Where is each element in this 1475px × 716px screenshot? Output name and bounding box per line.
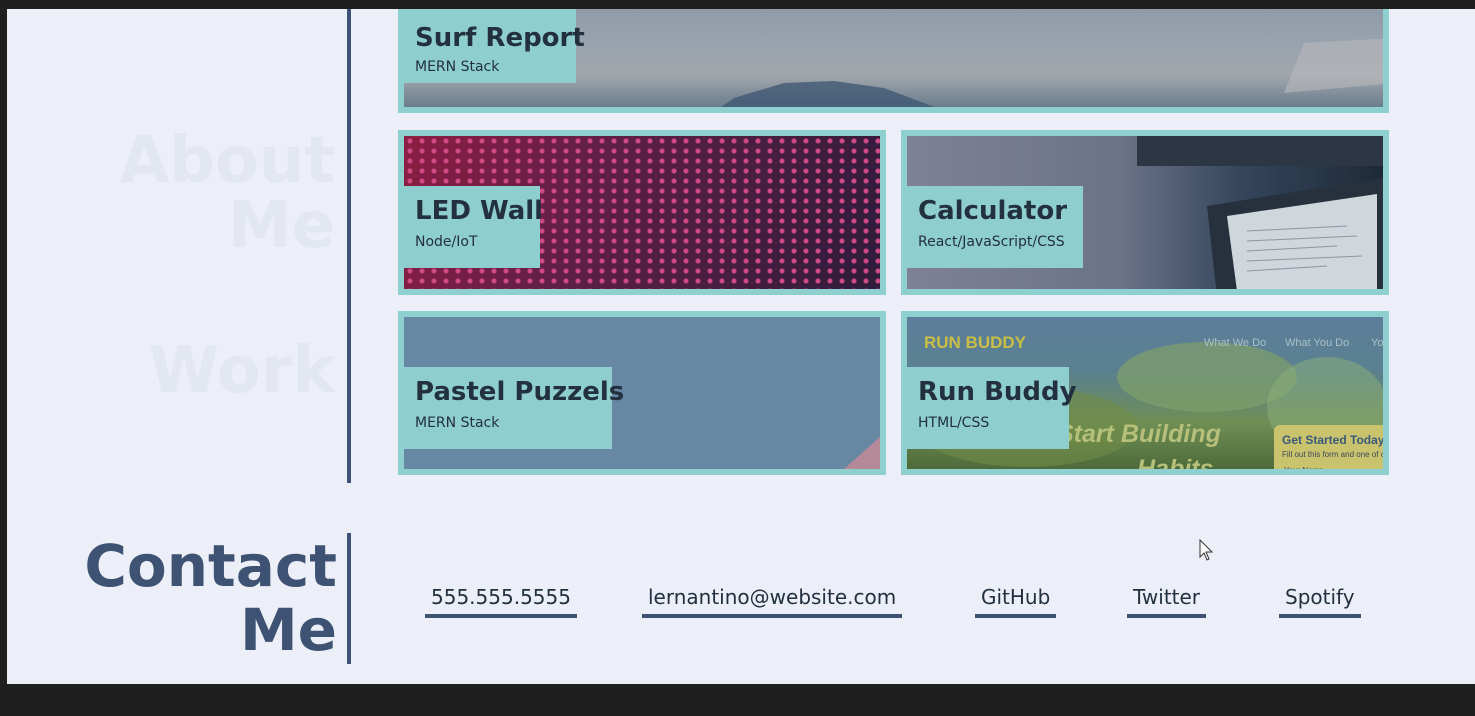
spotify-link[interactable]: Spotify (1279, 584, 1361, 618)
work-section-divider (347, 9, 351, 483)
project-title: LED Wall (415, 196, 544, 226)
project-title: Surf Report (415, 23, 585, 53)
run-buddy-nav-item: Yo (1371, 337, 1384, 349)
project-label: Surf Report MERN Stack (404, 9, 585, 83)
mouse-cursor-icon (1199, 539, 1214, 561)
project-title: Calculator (918, 196, 1068, 226)
project-label: Calculator React/JavaScript/CSS (907, 186, 1083, 268)
github-link[interactable]: GitHub (975, 584, 1057, 618)
project-stack: MERN Stack (415, 59, 500, 75)
ghost-heading-about: About (119, 124, 335, 198)
ghost-heading-me: Me (227, 189, 335, 263)
project-card-surf-report[interactable]: Surf Report MERN Stack (398, 9, 1389, 113)
project-label: Pastel Puzzels MERN Stack (404, 367, 625, 449)
contact-links: 555.555.5555 lernantino@website.com GitH… (7, 584, 1475, 624)
project-stack: Node/IoT (415, 234, 478, 250)
project-title: Pastel Puzzels (415, 377, 625, 407)
project-stack: HTML/CSS (918, 415, 990, 431)
project-card-calculator[interactable]: Calculator React/JavaScript/CSS (901, 130, 1389, 295)
portfolio-page: About Me Work Surf Report MERN Stack LED… (7, 9, 1475, 684)
run-buddy-hero-second: Habits (1137, 455, 1214, 475)
project-label: Run Buddy HTML/CSS (907, 367, 1077, 449)
run-buddy-signup-text: Fill out this form and one of c (1282, 450, 1385, 459)
project-label: LED Wall Node/IoT (404, 186, 544, 268)
run-buddy-nav-item: What We Do (1204, 337, 1267, 349)
run-buddy-signup-field: Your Name (1284, 466, 1324, 475)
run-buddy-signup-title: Get Started Today (1282, 433, 1385, 447)
project-card-pastel-puzzels[interactable]: Pastel Puzzels MERN Stack (398, 311, 886, 475)
phone-link[interactable]: 555.555.5555 (425, 584, 577, 618)
run-buddy-hero: Start Building (1057, 420, 1221, 448)
project-title: Run Buddy (918, 377, 1077, 407)
run-buddy-signup-box: Get Started Today Fill out this form and… (1274, 425, 1385, 475)
email-link[interactable]: lernantino@website.com (642, 584, 903, 618)
twitter-link[interactable]: Twitter (1127, 584, 1207, 618)
project-card-run-buddy[interactable]: RUN BUDDY What We Do What You Do Yo Star… (901, 311, 1389, 475)
project-stack: MERN Stack (415, 415, 500, 431)
ghost-heading-work: Work (148, 334, 335, 408)
project-card-led-wall[interactable]: LED Wall Node/IoT (398, 130, 886, 295)
project-stack: React/JavaScript/CSS (918, 234, 1065, 250)
run-buddy-nav-item: What You Do (1285, 337, 1350, 349)
run-buddy-brand: RUN BUDDY (924, 333, 1026, 352)
